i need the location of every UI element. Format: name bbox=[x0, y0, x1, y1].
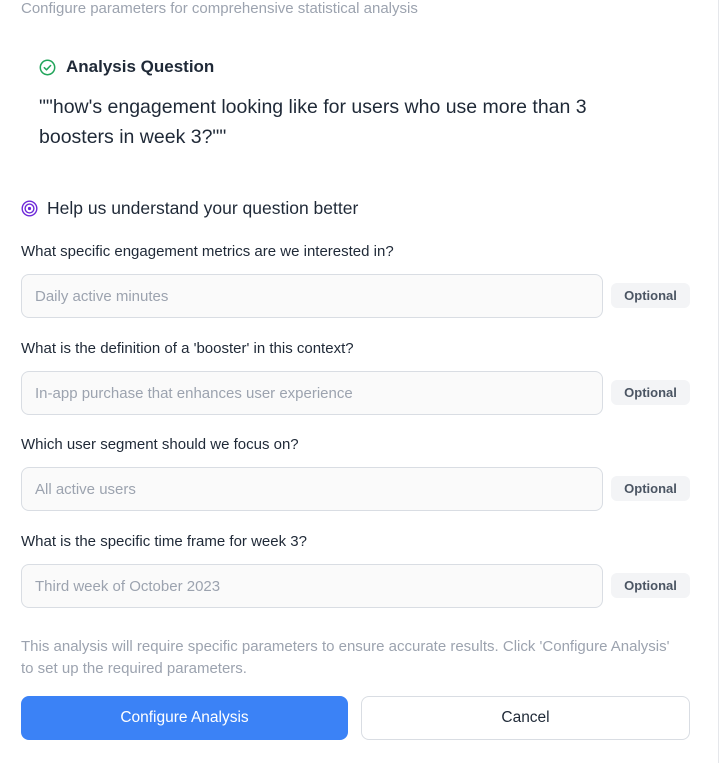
target-icon bbox=[21, 199, 38, 217]
field-row: Optional bbox=[21, 371, 691, 415]
dialog-edge-divider bbox=[718, 0, 719, 763]
cancel-button[interactable]: Cancel bbox=[361, 696, 690, 740]
analysis-question-section: Analysis Question ""how's engagement loo… bbox=[39, 56, 659, 152]
field-user-segment: Which user segment should we focus on? O… bbox=[21, 435, 691, 511]
field-row: Optional bbox=[21, 274, 691, 318]
field-booster-definition: What is the definition of a 'booster' in… bbox=[21, 339, 691, 415]
configure-analysis-dialog: Configure parameters for comprehensive s… bbox=[0, 0, 720, 763]
field-time-frame: What is the specific time frame for week… bbox=[21, 532, 691, 608]
parameters-notice: This analysis will require specific para… bbox=[21, 638, 670, 677]
optional-badge: Optional bbox=[611, 283, 690, 308]
analysis-question-header: Analysis Question bbox=[39, 56, 659, 78]
optional-badge: Optional bbox=[611, 380, 690, 405]
optional-badge: Optional bbox=[611, 476, 690, 501]
field-label: What is the definition of a 'booster' in… bbox=[21, 340, 354, 357]
field-label: What is the specific time frame for week… bbox=[21, 533, 307, 550]
check-circle-icon bbox=[39, 59, 56, 76]
analysis-question-text: ""how's engagement looking like for user… bbox=[39, 96, 587, 148]
analysis-question-label: Analysis Question bbox=[66, 57, 215, 76]
user-segment-input[interactable] bbox=[21, 467, 603, 511]
field-row: Optional bbox=[21, 467, 691, 511]
configure-analysis-button[interactable]: Configure Analysis bbox=[21, 696, 348, 740]
engagement-metrics-input[interactable] bbox=[21, 274, 603, 318]
field-label: Which user segment should we focus on? bbox=[21, 436, 299, 453]
clarification-header: Help us understand your question better bbox=[21, 196, 358, 220]
field-label: What specific engagement metrics are we … bbox=[21, 243, 394, 260]
dialog-subtitle: Configure parameters for comprehensive s… bbox=[21, 0, 418, 17]
time-frame-input[interactable] bbox=[21, 564, 603, 608]
field-row: Optional bbox=[21, 564, 691, 608]
optional-badge: Optional bbox=[611, 573, 690, 598]
clarification-heading: Help us understand your question better bbox=[47, 197, 359, 218]
booster-definition-input[interactable] bbox=[21, 371, 603, 415]
field-engagement-metrics: What specific engagement metrics are we … bbox=[21, 242, 691, 318]
